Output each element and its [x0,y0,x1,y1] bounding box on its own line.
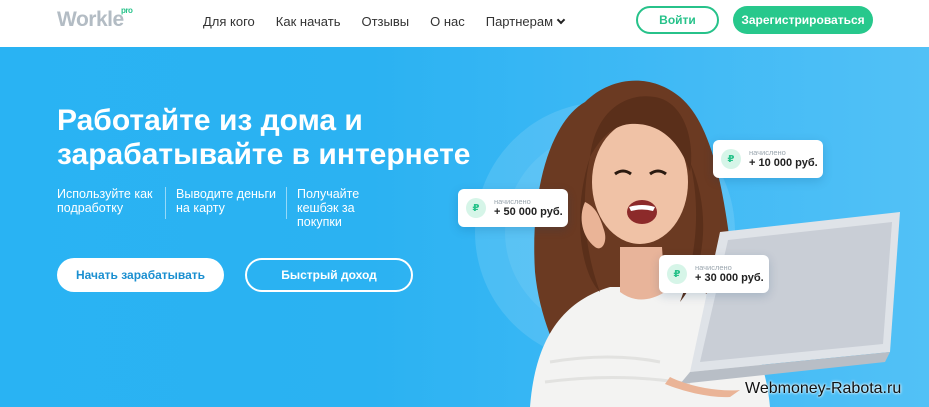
feature-item: Выводите деньги на карту [176,187,287,219]
earnings-card: ₽ начислено + 10 000 руб. [713,140,823,178]
main-nav: Для кого Как начать Отзывы О нас Партнер… [203,14,585,29]
earnings-card-label: начислено [695,263,732,272]
logo-pro-badge: pro [121,6,133,15]
nav-item-how-to-start[interactable]: Как начать [276,14,341,29]
start-earning-button[interactable]: Начать зарабатывать [57,258,224,292]
earnings-card: ₽ начислено + 30 000 руб. [659,255,769,293]
earnings-card-label: начислено [749,148,786,157]
register-button[interactable]: Зарегистрироваться [733,6,873,34]
chevron-down-icon [556,15,566,25]
feature-list: Используйте как подработку Выводите день… [57,187,417,229]
ruble-icon: ₽ [721,149,741,169]
nav-item-reviews[interactable]: Отзывы [361,14,409,29]
site-header: Workle pro Для кого Как начать Отзывы О … [0,0,929,47]
nav-item-partners-label: Партнерам [485,14,554,29]
ruble-icon: ₽ [466,198,486,218]
laptop-illustration [665,212,900,398]
ruble-icon: ₽ [667,264,687,284]
feature-item: Получайте кешбэк за покупки [297,187,360,229]
nav-item-about[interactable]: О нас [430,14,465,29]
login-button[interactable]: Войти [636,6,719,34]
nav-item-partners[interactable]: Партнерам [485,14,566,29]
watermark-text: Webmoney-Rabota.ru [745,380,902,397]
workle-logo[interactable]: Workle pro [57,6,133,32]
earnings-card-amount: + 10 000 руб. [749,157,818,169]
earnings-card-amount: + 30 000 руб. [695,272,764,284]
nav-item-for-whom[interactable]: Для кого [203,14,255,29]
hero-title: Работайте из дома и зарабатывайте в инте… [57,104,471,171]
earnings-card-amount: + 50 000 руб. [494,206,563,218]
feature-item: Используйте как подработку [57,187,166,219]
earnings-card: ₽ начислено + 50 000 руб. [458,189,568,227]
earnings-card-label: начислено [494,197,531,206]
logo-text: Workle [57,8,124,31]
quick-income-button[interactable]: Быстрый доход [245,258,413,292]
hero-section: Работайте из дома и зарабатывайте в инте… [0,47,929,407]
